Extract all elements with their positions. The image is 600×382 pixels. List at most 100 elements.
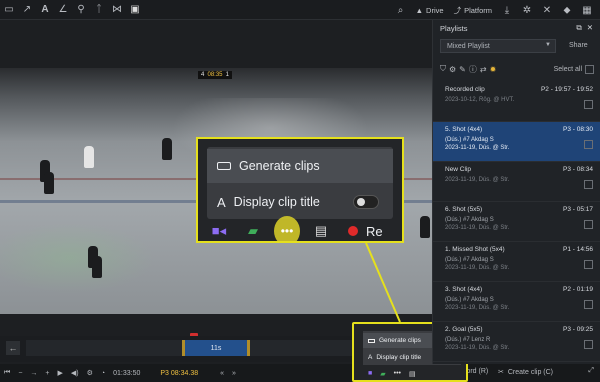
display-clip-title-item[interactable]: A Display clip title [207,185,393,219]
edit-icon[interactable]: ✎ [459,65,466,74]
current-time: 01:33:50 [113,369,141,377]
clip-checkbox[interactable] [584,140,593,149]
camera-small-icon[interactable]: ■ [368,370,372,378]
clip-game: 2023-11-19, Dús. @ Str. [445,305,510,311]
clip-title: 5. Shot (4x4) [445,126,483,133]
zoomed-action-bar: ■◂ ▰ ••• ▤ Re [198,216,402,241]
list-item[interactable]: 6. Shot (5x5) P3 - 05:17 (Dús.) #7 Akdag … [433,202,600,242]
panel-window-controls: ⧉ ✕ [576,23,593,33]
comment-icon[interactable]: ▤ [308,219,334,241]
list-item[interactable]: 3. Shot (4x4) P2 - 01:19 (Dús.) #7 Akdag … [433,282,600,322]
clip-checkbox[interactable] [584,300,593,309]
create-clip-label: Create clip (C) [507,368,553,376]
zoom-in-icon[interactable]: + [41,370,53,377]
volume-icon[interactable]: ◀) [67,369,83,377]
playlists-panel: Playlists ⧉ ✕ Mixed Playlist ▼ Share ⛉ ⚙… [432,20,600,364]
list-item[interactable]: 2. Goal (5x5) P3 - 09:25 (Dús.) #7 Lenz R… [433,322,600,362]
create-clip-button[interactable]: ✂ Create clip (C) [498,368,553,377]
more-small-icon[interactable]: ••• [394,370,401,378]
prev-icon[interactable]: « [216,370,228,377]
record-label: Re [366,223,383,239]
folder-small-icon[interactable]: ▰ [380,370,385,378]
text-a-icon: A [217,194,226,210]
clip-checkbox[interactable] [584,180,593,189]
next-icon[interactable]: » [228,370,240,377]
record-dot-icon [348,226,358,236]
text-a-small-icon: A [368,354,373,361]
display-clip-title-label: Display clip title [233,195,320,209]
clip-player: (Dús.) #7 Akdag S [445,217,494,223]
playlist-select[interactable]: Mixed Playlist ▼ [440,39,556,53]
close-panel-icon[interactable]: ✕ [587,23,593,33]
timeline-clip[interactable]: 11s [182,340,250,356]
select-all-label[interactable]: Select all [554,66,582,73]
clip-checkbox[interactable] [584,220,593,229]
generate-clips-icon [217,162,231,170]
clip-title: 2. Goal (5x5) [445,326,483,333]
sun-icon[interactable]: ✹ [490,65,497,74]
clip-game: 2023-11-19, Dús. @ Str. [445,145,510,151]
clip-time: P2 - 19:57 - 19:52 [540,86,593,93]
scissors-icon: ✂ [498,369,504,376]
game-time: 08:34.38 [170,369,199,377]
clip-game: 2023-11-19, Dús. @ Str. [445,177,510,183]
clip-game: 2023-10-12, Rög. @ HVT. [445,97,515,103]
generate-clips-item[interactable]: Generate clips [207,149,393,183]
clip-time: P3 - 08:34 [563,166,593,173]
display-clip-title-toggle[interactable] [353,195,379,209]
clip-player: (Dús.) #7 Akdag S [445,297,494,303]
timeline-clip-label: 11s [210,344,222,352]
popout-icon[interactable]: ⧉ [576,23,581,33]
skip-start-icon[interactable]: ⏮ [0,369,14,377]
clip-time: P1 - 14:56 [563,246,593,253]
display-clip-title-small-label: Display clip title [376,354,422,361]
timeline-back-button[interactable]: ← [6,341,20,355]
record-button[interactable]: Re [348,224,383,239]
play-icon[interactable]: ▶ [54,369,67,377]
clip-options-menu: Generate clips A Display clip title [207,147,393,219]
clip-game: 2023-11-19, Dús. @ Str. [445,345,510,351]
share-button[interactable]: Share [569,42,588,49]
rewind-icon[interactable]: → [26,370,41,377]
camera-icon[interactable]: ■◂ [206,219,232,241]
clip-title: New Clip [445,166,472,173]
playlist-select-value: Mixed Playlist [447,42,490,50]
clip-game: 2023-11-19, Dús. @ Str. [445,225,510,231]
gear-icon[interactable]: ⚙ [449,65,456,74]
playlists-header: Playlists ⧉ ✕ [433,20,600,36]
list-item[interactable]: Recorded clip P2 - 19:57 - 19:52 2023-10-… [433,82,600,122]
clip-time: P2 - 01:19 [563,286,593,293]
generate-clips-small-label: Generate clips [379,337,421,344]
small-action-bar: ■ ▰ ••• ▤ [368,370,416,378]
clip-time: P3 - 05:17 [563,206,593,213]
clip-player: (Dús.) #7 Lenz R [445,337,491,343]
more-button[interactable]: ••• [274,216,300,241]
playlists-title: Playlists [440,23,468,33]
select-all-checkbox[interactable] [585,64,594,74]
filter-icon[interactable]: ⛉ [440,64,446,74]
settings-gear-icon[interactable]: ⚙ [83,369,97,377]
list-item[interactable]: 5. Shot (4x4) P3 - 08:30 (Dús.) #7 Akdag … [433,122,600,162]
list-item[interactable]: New Clip P3 - 08:34 2023-11-19, Dús. @ St… [433,162,600,202]
period-label: P3 [160,369,169,377]
list-item[interactable]: 1. Missed Shot (5x4) P1 - 14:56 (Dús.) #7… [433,242,600,282]
playback-bar: ⏮ − → + ▶ ◀) ⚙ ◔ 01:33:50 P3 08:34.38 « … [0,364,600,382]
folder-icon[interactable]: ▰ [240,219,266,241]
swap-icon[interactable]: ⇄ [480,65,487,74]
clip-time: P3 - 09:25 [563,326,593,333]
playlist-tools: ⛉ ⚙ ✎ ⓘ ⇄ ✹ Select all [440,63,594,75]
zoom-out-icon[interactable]: − [14,370,26,377]
clip-checkbox[interactable] [584,260,593,269]
clip-title: 1. Missed Shot (5x4) [445,246,505,253]
info-icon[interactable]: ⓘ [469,64,477,75]
clip-title: 3. Shot (4x4) [445,286,483,293]
clip-title: 6. Shot (5x5) [445,206,483,213]
comment-small-icon[interactable]: ▤ [409,370,416,378]
clip-list: Recorded clip P2 - 19:57 - 19:52 2023-10-… [433,82,600,362]
clip-checkbox[interactable] [584,340,593,349]
clip-checkbox[interactable] [584,100,593,109]
expand-icon[interactable]: ⤢ [588,367,594,375]
chevron-down-icon: ▼ [545,42,551,48]
speed-icon[interactable]: ◔ [97,370,109,377]
generate-clips-small-icon [368,338,375,343]
